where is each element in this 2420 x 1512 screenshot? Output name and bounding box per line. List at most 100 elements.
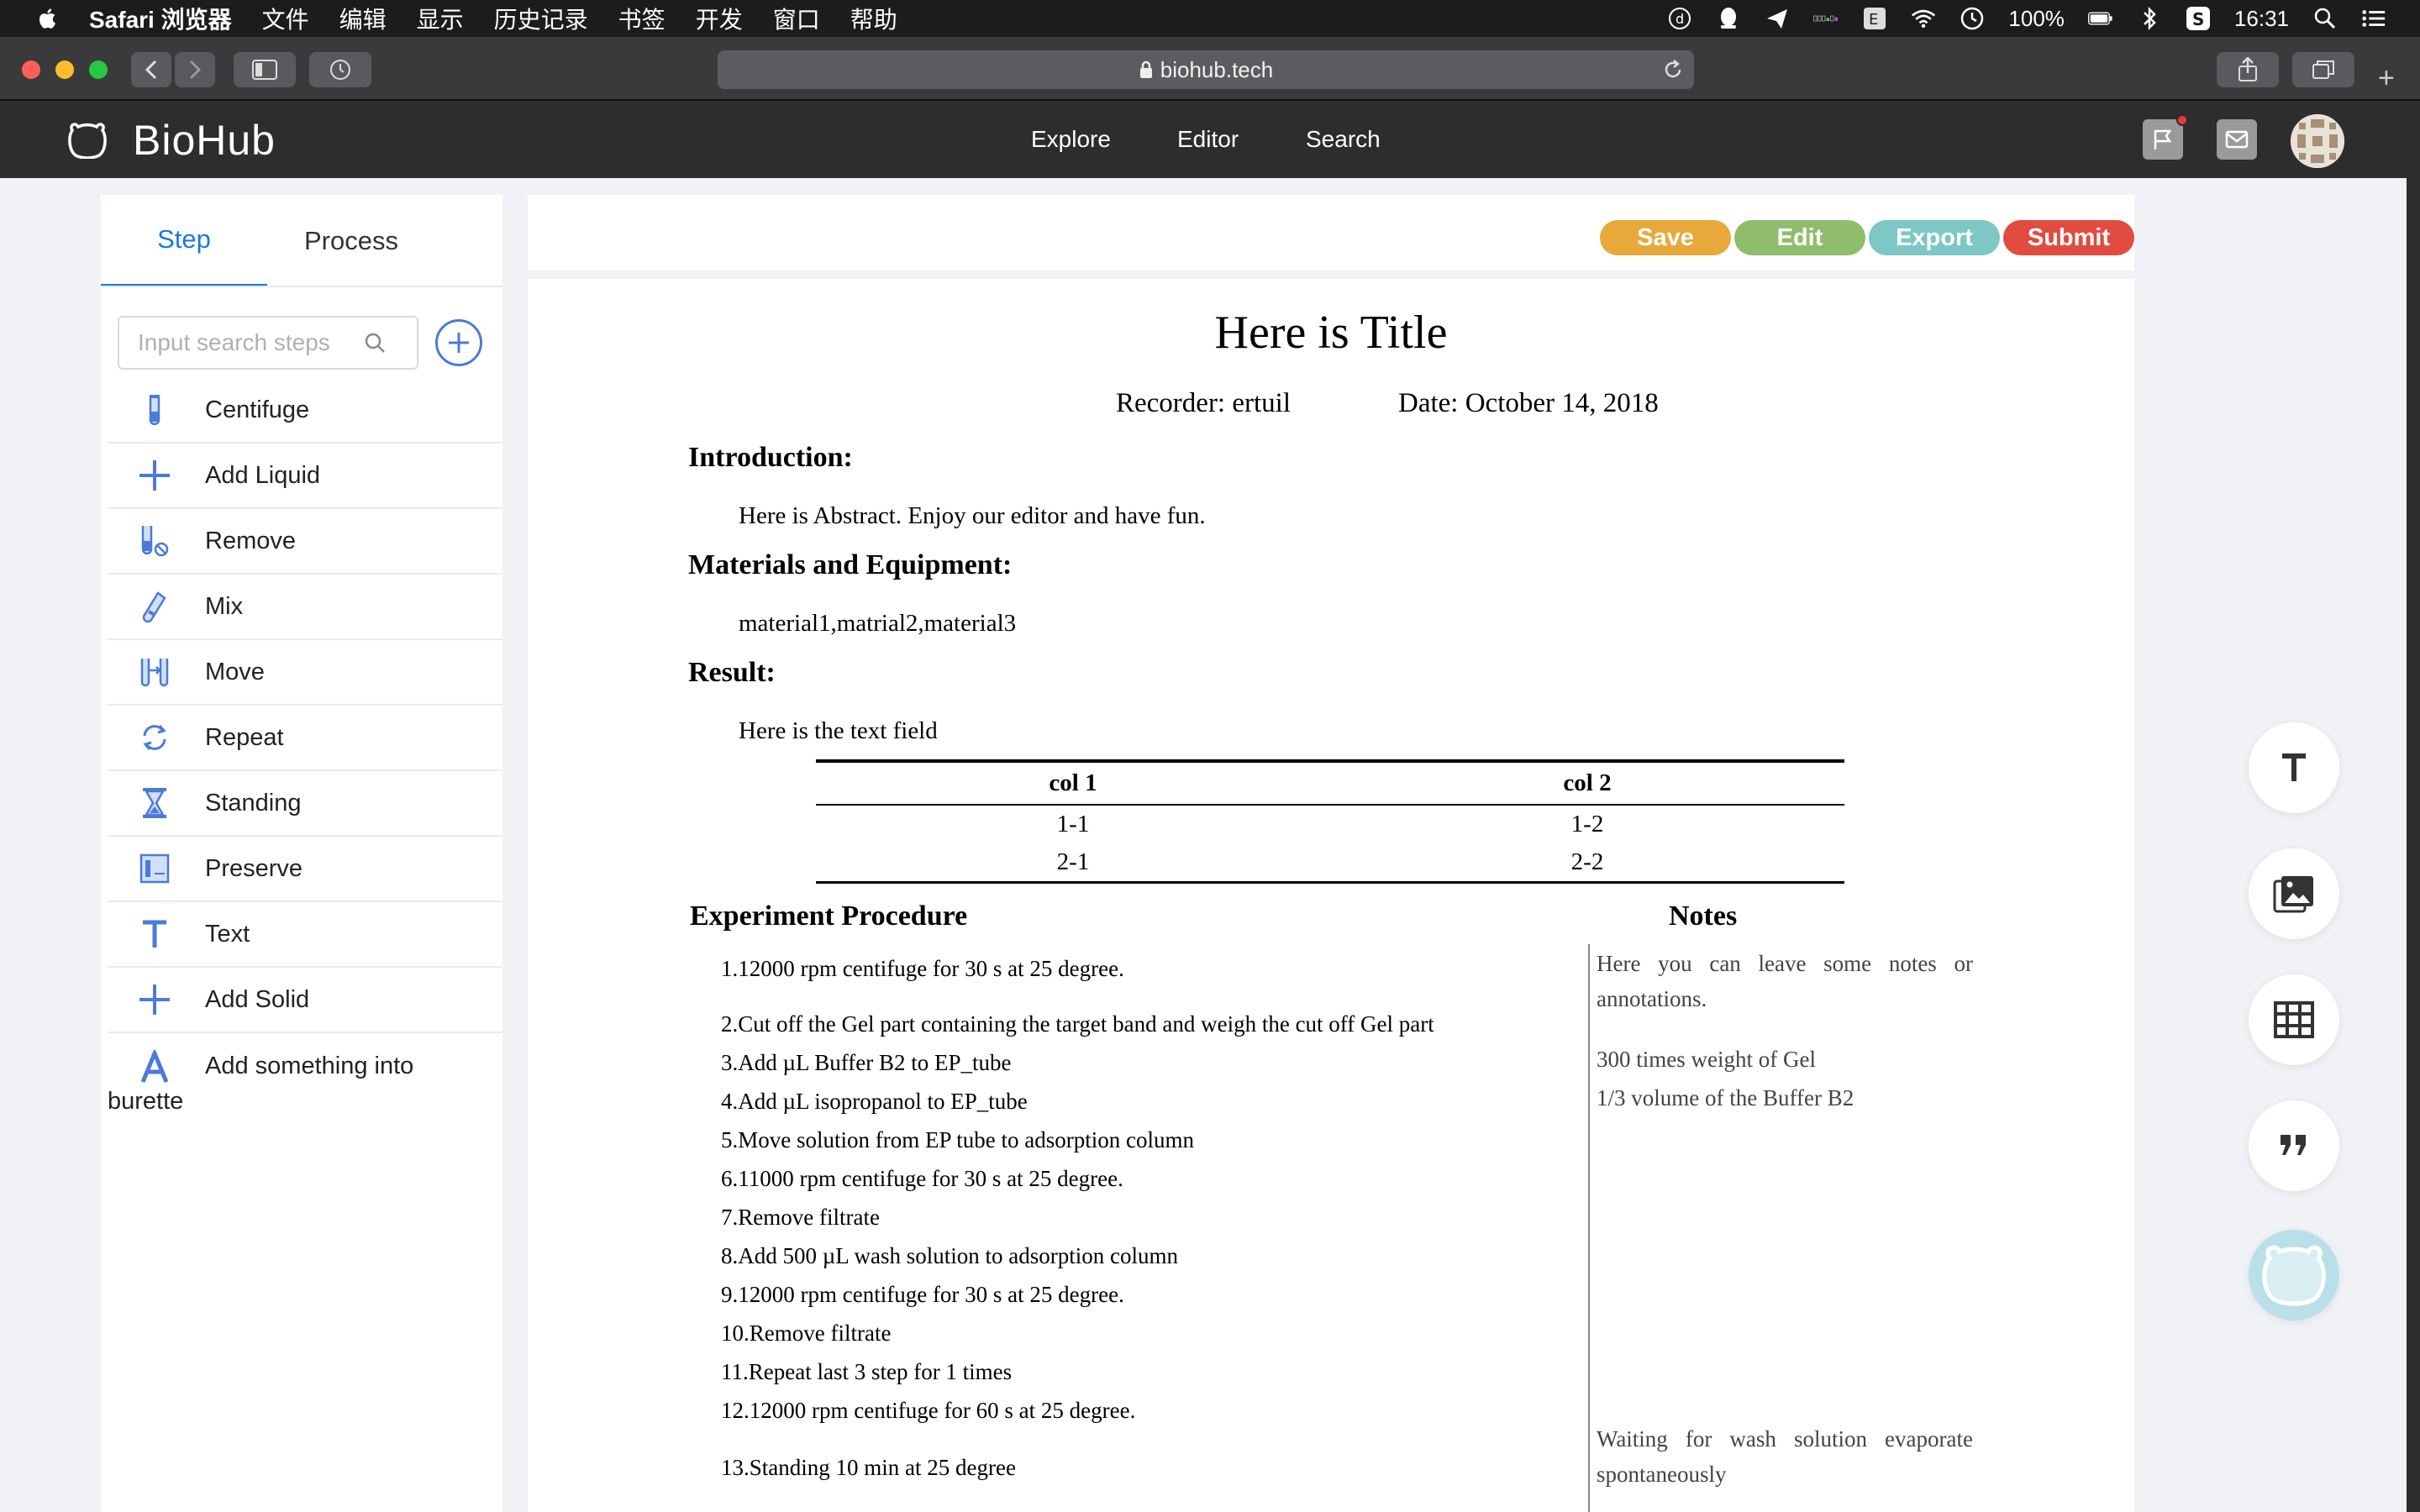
materials-text[interactable]: material1,matrial2,material3 <box>739 610 1016 638</box>
spotlight-icon[interactable] <box>2312 6 2338 31</box>
back-button[interactable] <box>131 52 171 87</box>
insert-table-button[interactable] <box>2249 974 2339 1065</box>
address-bar[interactable]: biohub.tech <box>718 50 1694 89</box>
brand-name: BioHub <box>133 117 276 164</box>
menu-help[interactable]: 帮助 <box>850 2 897 35</box>
step-search-input[interactable] <box>119 329 363 356</box>
procedure-step[interactable]: 10.Remove filtrate <box>721 1320 891 1347</box>
nav-explore[interactable]: Explore <box>1031 126 1111 153</box>
bluetooth-icon[interactable] <box>2137 6 2162 31</box>
step-label: Centifuge <box>205 396 310 423</box>
note-item[interactable]: 1/3 volume of the Buffer B2 <box>1597 1080 1973 1116</box>
date-field[interactable]: Date: October 14, 2018 <box>1398 388 1659 419</box>
insert-text-button[interactable] <box>2249 722 2339 813</box>
procedure-step[interactable]: 9.12000 rpm centifuge for 30 s at 25 deg… <box>721 1282 1124 1308</box>
insert-image-button[interactable] <box>2249 848 2339 939</box>
step-item-move[interactable]: Move <box>108 640 502 706</box>
zoom-window-button[interactable] <box>89 60 108 79</box>
result-text[interactable]: Here is the text field <box>739 717 938 745</box>
procedure-step[interactable]: 11.Repeat last 3 step for 1 times <box>721 1359 1012 1385</box>
input-method-icon[interactable]: E <box>1862 6 1887 31</box>
battery-icon[interactable] <box>2087 6 2113 31</box>
apple-icon[interactable] <box>37 6 60 31</box>
step-item-repeat[interactable]: Repeat <box>108 706 502 771</box>
stats-icon[interactable] <box>1813 6 1839 31</box>
forward-button[interactable] <box>175 52 215 87</box>
tab-process[interactable]: Process <box>267 195 435 287</box>
sogou-icon[interactable]: S <box>2186 6 2211 31</box>
new-tab-button[interactable]: + <box>2378 62 2395 95</box>
step-item-add-solid[interactable]: Add Solid <box>108 968 502 1033</box>
note-item[interactable]: Waiting for wash solution evaporate spon… <box>1597 1421 1973 1492</box>
nav-editor[interactable]: Editor <box>1177 126 1239 153</box>
sidebar-toggle-button[interactable] <box>234 52 296 87</box>
step-item-add-liquid[interactable]: Add Liquid <box>108 444 502 509</box>
step-item-text[interactable]: Text <box>108 902 502 968</box>
procedure-step[interactable]: 7.Remove filtrate <box>721 1205 880 1231</box>
history-button[interactable] <box>309 52 371 87</box>
browser-toolbar: biohub.tech <box>0 37 2420 101</box>
brand-logo[interactable]: BioHub <box>66 116 276 165</box>
procedure-step[interactable]: 1.12000 rpm centifuge for 30 s at 25 deg… <box>721 956 1124 982</box>
clock[interactable]: 16:31 <box>2234 6 2289 32</box>
save-button[interactable]: Save <box>1600 220 1731 255</box>
tab-step[interactable]: Step <box>101 195 267 287</box>
step-item-mix[interactable]: Mix <box>108 575 502 640</box>
mix-icon <box>138 590 171 623</box>
dash-icon[interactable]: d <box>1667 6 1692 31</box>
procedure-step[interactable]: 13.Standing 10 min at 25 degree <box>721 1455 1016 1481</box>
flag-icon <box>2154 129 2172 150</box>
procedure-step[interactable]: 6.11000 rpm centifuge for 30 s at 25 deg… <box>721 1166 1123 1192</box>
wifi-icon[interactable] <box>1911 6 1936 31</box>
share-button[interactable] <box>2217 52 2279 87</box>
add-step-button[interactable] <box>435 319 482 366</box>
menubar-app-name[interactable]: Safari 浏览器 <box>89 2 232 35</box>
notifications-button[interactable] <box>2143 114 2188 160</box>
step-item-standing[interactable]: Standing <box>108 771 502 837</box>
menu-history[interactable]: 历史记录 <box>494 2 588 35</box>
insert-quote-button[interactable] <box>2249 1100 2339 1191</box>
reload-icon[interactable] <box>1662 59 1684 81</box>
note-item[interactable]: 300 times weight of Gel <box>1597 1042 1973 1077</box>
step-item-centifuge[interactable]: Centifuge <box>108 378 502 444</box>
result-table[interactable]: col 1 col 2 1-1 1-2 2-1 2-2 <box>816 759 1844 884</box>
close-window-button[interactable] <box>22 60 40 79</box>
tabs-overview-button[interactable] <box>2292 52 2354 87</box>
page-title[interactable]: Here is Title <box>528 306 2134 360</box>
assistant-button[interactable] <box>2249 1230 2339 1320</box>
procedure-step[interactable]: 4.Add µL isopropanol to EP_tube <box>721 1089 1028 1115</box>
procedure-step[interactable]: 12.12000 rpm centifuge for 60 s at 25 de… <box>721 1398 1135 1424</box>
qq-icon[interactable] <box>1716 6 1741 31</box>
submit-button[interactable]: Submit <box>2003 220 2134 255</box>
recorder-field[interactable]: Recorder: ertuil <box>1116 388 1291 419</box>
step-item-preserve[interactable]: Preserve <box>108 837 502 902</box>
edit-button[interactable]: Edit <box>1734 220 1865 255</box>
step-label: Move <box>205 658 265 685</box>
send-icon[interactable] <box>1765 6 1790 31</box>
menu-edit[interactable]: 编辑 <box>339 2 387 35</box>
menu-view[interactable]: 显示 <box>417 2 464 35</box>
minimize-window-button[interactable] <box>55 60 74 79</box>
menu-develop[interactable]: 开发 <box>696 2 743 35</box>
menu-file[interactable]: 文件 <box>262 2 309 35</box>
introduction-text[interactable]: Here is Abstract. Enjoy our editor and h… <box>739 502 1206 530</box>
procedure-step[interactable]: 8.Add 500 µL wash solution to adsorption… <box>721 1243 1178 1269</box>
procedure-step[interactable]: 5.Move solution from EP tube to adsorpti… <box>721 1127 1194 1153</box>
result-heading: Result: <box>688 657 776 688</box>
step-item-remove[interactable]: Remove <box>108 509 502 575</box>
notification-center-icon[interactable] <box>2361 6 2386 31</box>
avatar[interactable] <box>2291 114 2344 168</box>
note-item[interactable]: Here you can leave some notes or annotat… <box>1597 946 1973 1016</box>
procedure-step[interactable]: 3.Add µL Buffer B2 to EP_tube <box>721 1050 1012 1076</box>
search-icon[interactable] <box>363 331 387 354</box>
menu-window[interactable]: 窗口 <box>773 2 820 35</box>
step-list: Centifuge Add Liquid Remove Mix Move Rep… <box>108 378 502 1126</box>
menu-bookmarks[interactable]: 书签 <box>618 2 666 35</box>
time-machine-icon[interactable] <box>1960 6 1985 31</box>
step-search-box <box>118 316 418 370</box>
export-button[interactable]: Export <box>1869 220 2000 255</box>
step-item-add-into-burette[interactable]: Add something into burette <box>108 1033 502 1126</box>
messages-button[interactable] <box>2217 119 2257 160</box>
nav-search[interactable]: Search <box>1306 126 1381 153</box>
procedure-step[interactable]: 2.Cut off the Gel part containing the ta… <box>721 1011 1434 1037</box>
